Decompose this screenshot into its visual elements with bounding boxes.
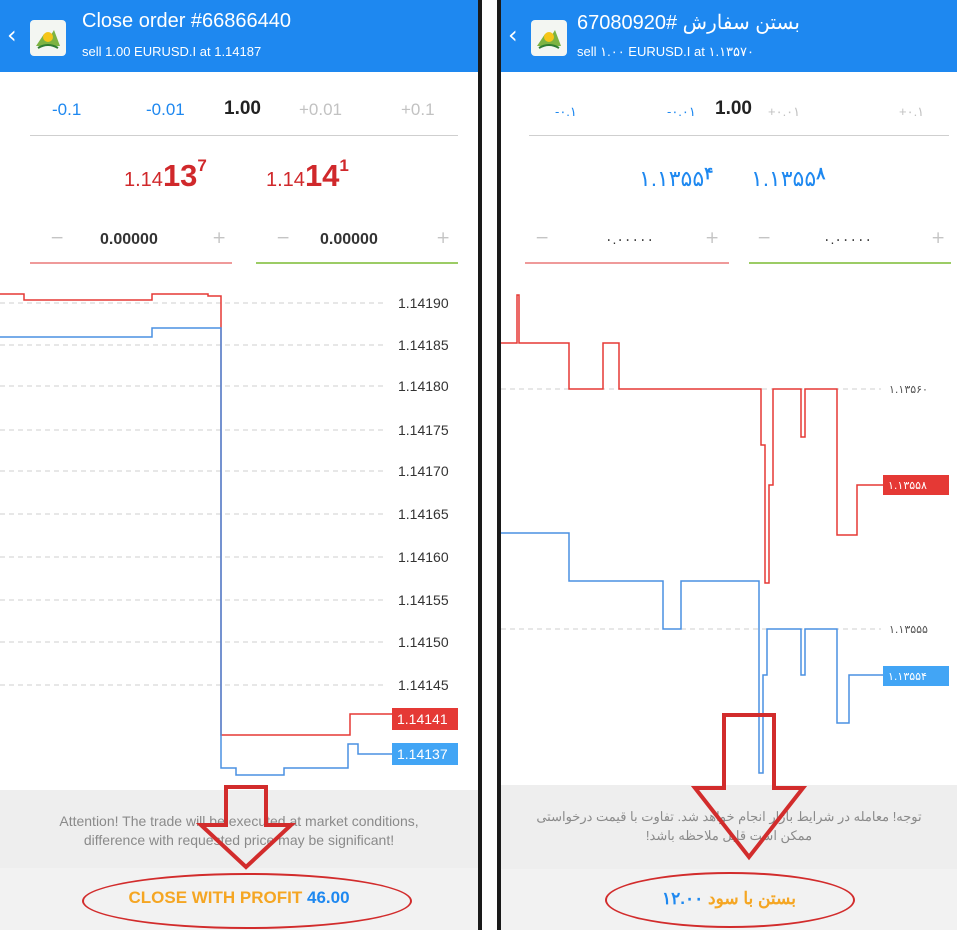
y-tick-label: 1.14170 <box>398 463 449 479</box>
y-tick-label: 1.14145 <box>398 677 449 693</box>
annotation-ring <box>82 873 412 929</box>
header-bar: ‹ بستن سفارش #67080920 sell ۱.۰۰ EURUSD.… <box>501 0 957 72</box>
volume-plus-small-button[interactable]: +۰.۰۱ <box>768 104 800 120</box>
take-profit-underline <box>749 262 951 264</box>
y-tick-label: 1.14185 <box>398 337 449 353</box>
left-screen: ‹ Close order #66866440 sell 1.00 EURUSD… <box>0 0 482 930</box>
y-tick-label: 1.14175 <box>398 422 449 438</box>
order-subtitle: sell ۱.۰۰ EURUSD.I at ۱.۱۳۵۷۰ <box>577 44 754 59</box>
stop-loss-underline <box>30 262 232 264</box>
tick-chart: ۱.۱۳۵۶۰ ۱.۱۳۵۵۵ ۱.۱۳۵۵۸ ۱.۱۳۵۵۴ <box>501 294 949 774</box>
bid-price-tag-label: ۱.۱۳۵۵۴ <box>888 670 927 683</box>
volume-underline <box>30 135 458 136</box>
metatrader-logo-icon <box>30 20 66 56</box>
annotation-arrow-icon <box>196 785 296 870</box>
chevron-left-icon[interactable]: ‹ <box>7 21 17 49</box>
stop-loss-minus-button[interactable]: − <box>50 228 64 248</box>
volume-minus-small-button[interactable]: -۰.۰۱ <box>667 104 696 120</box>
volume-minus-big-button[interactable]: -0.1 <box>52 100 81 120</box>
take-profit-input[interactable]: 0.00000 <box>320 231 378 249</box>
annotation-ring <box>605 872 855 928</box>
ask-price: 1.14141 <box>266 156 349 193</box>
y-tick-label: 1.14160 <box>398 549 449 565</box>
take-profit-plus-button[interactable]: + <box>931 228 945 248</box>
stop-loss-underline <box>525 262 729 264</box>
take-profit-minus-button[interactable]: − <box>757 228 771 248</box>
bid-series-line <box>0 327 393 776</box>
take-profit-plus-button[interactable]: + <box>436 228 450 248</box>
volume-minus-big-button[interactable]: -۰.۱ <box>555 104 577 120</box>
volume-value[interactable]: 1.00 <box>224 98 261 120</box>
bid-price: ۱.۱۳۵۵۴ <box>639 164 714 191</box>
volume-underline <box>529 135 949 136</box>
y-tick-label: 1.14155 <box>398 592 449 608</box>
volume-plus-big-button[interactable]: +0.1 <box>401 100 435 120</box>
volume-plus-big-button[interactable]: +۰.۱ <box>899 104 924 120</box>
bid-price-tag-label: 1.14137 <box>397 746 448 762</box>
take-profit-minus-button[interactable]: − <box>276 228 290 248</box>
take-profit-input[interactable]: ۰.۰۰۰۰۰ <box>823 231 872 248</box>
stop-loss-minus-button[interactable]: − <box>535 228 549 248</box>
stop-loss-plus-button[interactable]: + <box>212 228 226 248</box>
right-screen: ‹ بستن سفارش #67080920 sell ۱.۰۰ EURUSD.… <box>497 0 957 930</box>
volume-value[interactable]: 1.00 <box>715 98 752 120</box>
bid-price: 1.14137 <box>124 156 207 193</box>
annotation-arrow-icon <box>691 713 807 861</box>
tick-chart: 1.14190 1.14185 1.14180 1.14175 1.14170 … <box>0 293 458 776</box>
ask-price: ۱.۱۳۵۵۸ <box>751 164 826 191</box>
stop-loss-plus-button[interactable]: + <box>705 228 719 248</box>
ask-price-tag-label: 1.14141 <box>397 711 448 727</box>
page-title: Close order #66866440 <box>82 10 292 32</box>
y-tick-label: 1.14180 <box>398 378 449 394</box>
stop-loss-input[interactable]: 0.00000 <box>100 231 158 249</box>
order-subtitle: sell 1.00 EURUSD.I at 1.14187 <box>82 44 262 59</box>
y-tick-label: 1.14190 <box>398 295 449 311</box>
chevron-left-icon[interactable]: ‹ <box>508 21 518 49</box>
y-tick-label: ۱.۱۳۵۶۰ <box>889 383 928 396</box>
volume-minus-small-button[interactable]: -0.01 <box>146 100 185 120</box>
stop-loss-input[interactable]: ۰.۰۰۰۰۰ <box>605 231 654 248</box>
header-bar: ‹ Close order #66866440 sell 1.00 EURUSD… <box>0 0 478 72</box>
take-profit-underline <box>256 262 458 264</box>
page-title: بستن سفارش #67080920 <box>577 12 800 34</box>
metatrader-logo-icon <box>531 20 567 56</box>
ask-series-line <box>501 294 885 584</box>
y-tick-label: 1.14150 <box>398 634 449 650</box>
y-tick-label: 1.14165 <box>398 506 449 522</box>
y-tick-label: ۱.۱۳۵۵۵ <box>889 623 928 636</box>
volume-plus-small-button[interactable]: +0.01 <box>299 100 342 120</box>
ask-price-tag-label: ۱.۱۳۵۵۸ <box>888 479 927 492</box>
